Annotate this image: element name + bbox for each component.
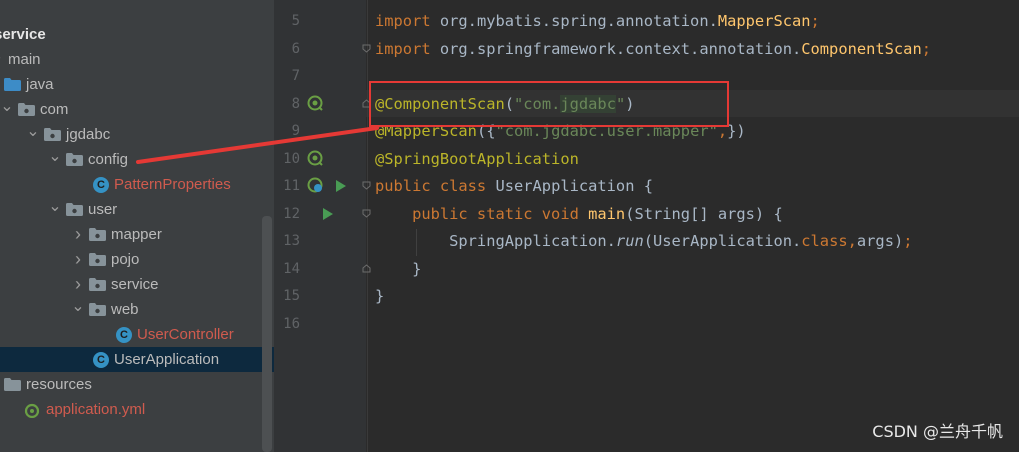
- annotation-arrow: [136, 126, 379, 164]
- watermark: CSDN @兰舟千帆: [872, 422, 1003, 441]
